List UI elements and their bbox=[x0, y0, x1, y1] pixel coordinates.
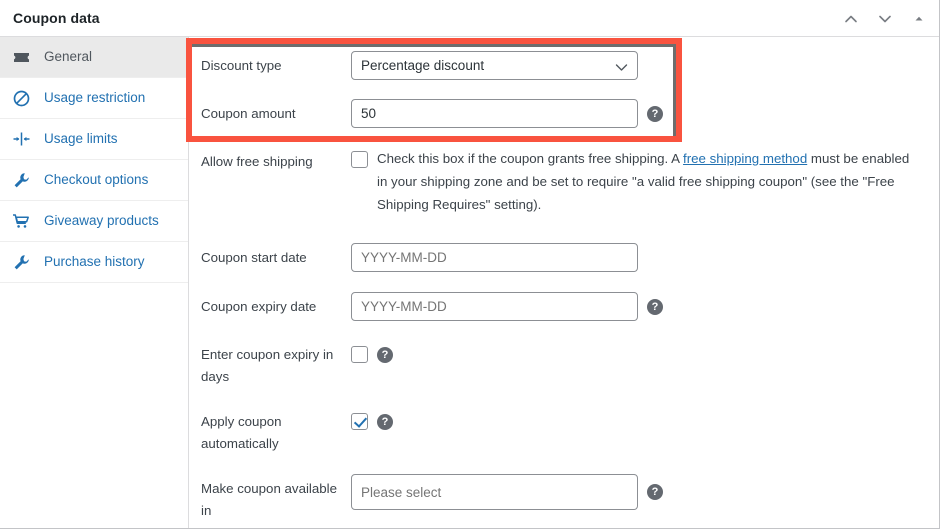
coupon-data-panel: Coupon data General Usage restriction Us… bbox=[0, 0, 940, 529]
general-settings-form: Discount type Percentage discount Fixed … bbox=[189, 37, 939, 528]
free-shipping-method-link[interactable]: free shipping method bbox=[683, 151, 807, 166]
field-label: Make coupon available in bbox=[201, 481, 338, 518]
sidebar-item-label: Giveaway products bbox=[44, 213, 159, 229]
discount-type-select[interactable]: Percentage discount Fixed cart discount … bbox=[351, 51, 638, 80]
panel-body: General Usage restriction Usage limits C… bbox=[0, 37, 939, 528]
field-apply-automatically: Apply coupon automatically ? bbox=[201, 407, 393, 455]
free-shipping-text-before: Check this box if the coupon grants free… bbox=[377, 151, 684, 166]
chevron-down-icon[interactable] bbox=[875, 9, 895, 29]
field-coupon-amount: Coupon amount ? bbox=[201, 99, 663, 128]
field-label: Allow free shipping bbox=[201, 154, 313, 169]
field-available-in: Make coupon available in ? bbox=[201, 474, 663, 522]
free-shipping-description: Check this box if the coupon grants free… bbox=[377, 147, 922, 216]
field-label: Coupon start date bbox=[201, 250, 307, 265]
panel-header-actions bbox=[841, 0, 929, 37]
chevron-up-icon[interactable] bbox=[841, 9, 861, 29]
field-allow-free-shipping: Allow free shipping Check this box if th… bbox=[201, 147, 922, 216]
help-icon[interactable]: ? bbox=[647, 106, 663, 122]
help-icon[interactable]: ? bbox=[647, 299, 663, 315]
page-title: Coupon data bbox=[13, 10, 100, 26]
field-coupon-expiry-date: Coupon expiry date ? bbox=[201, 292, 663, 321]
help-icon[interactable]: ? bbox=[377, 414, 393, 430]
sidebar-item-giveaway-products[interactable]: Giveaway products bbox=[0, 201, 188, 242]
panel-header: Coupon data bbox=[0, 0, 939, 37]
toggle-triangle-icon[interactable] bbox=[909, 9, 929, 29]
coupon-amount-input[interactable] bbox=[351, 99, 638, 128]
help-icon[interactable]: ? bbox=[647, 484, 663, 500]
field-discount-type: Discount type Percentage discount Fixed … bbox=[201, 51, 638, 80]
field-label: Discount type bbox=[201, 58, 282, 73]
expiry-in-days-checkbox[interactable] bbox=[351, 346, 368, 363]
sidebar-item-checkout-options[interactable]: Checkout options bbox=[0, 160, 188, 201]
sidebar-item-usage-restriction[interactable]: Usage restriction bbox=[0, 78, 188, 119]
help-icon[interactable]: ? bbox=[377, 347, 393, 363]
sidebar-item-label: General bbox=[44, 49, 93, 65]
sidebar-item-usage-limits[interactable]: Usage limits bbox=[0, 119, 188, 160]
field-label: Apply coupon automatically bbox=[201, 414, 282, 451]
sidebar-item-general[interactable]: General bbox=[0, 37, 188, 78]
coupon-expiry-date-input[interactable] bbox=[351, 292, 638, 321]
coupon-start-date-input[interactable] bbox=[351, 243, 638, 272]
wrench-icon bbox=[10, 172, 32, 189]
sidebar-item-label: Usage limits bbox=[44, 131, 118, 147]
sidebar-item-label: Purchase history bbox=[44, 254, 145, 270]
wrench-icon bbox=[10, 254, 32, 271]
field-label: Coupon expiry date bbox=[201, 299, 317, 314]
field-expiry-in-days: Enter coupon expiry in days ? bbox=[201, 340, 393, 388]
allow-free-shipping-checkbox[interactable] bbox=[351, 151, 368, 168]
field-label: Enter coupon expiry in days bbox=[201, 347, 334, 384]
limits-arrows-icon bbox=[10, 131, 32, 147]
field-coupon-start-date: Coupon start date bbox=[201, 243, 638, 272]
available-in-input[interactable] bbox=[351, 474, 638, 510]
sidebar-item-label: Usage restriction bbox=[44, 90, 146, 106]
ticket-icon bbox=[10, 50, 32, 65]
sidebar-item-purchase-history[interactable]: Purchase history bbox=[0, 242, 188, 283]
no-entry-icon bbox=[10, 90, 32, 107]
coupon-data-tabs: General Usage restriction Usage limits C… bbox=[0, 37, 189, 528]
sidebar-item-label: Checkout options bbox=[44, 172, 149, 188]
apply-automatically-checkbox[interactable] bbox=[351, 413, 368, 430]
shopping-cart-icon bbox=[10, 213, 32, 229]
field-label: Coupon amount bbox=[201, 106, 296, 121]
